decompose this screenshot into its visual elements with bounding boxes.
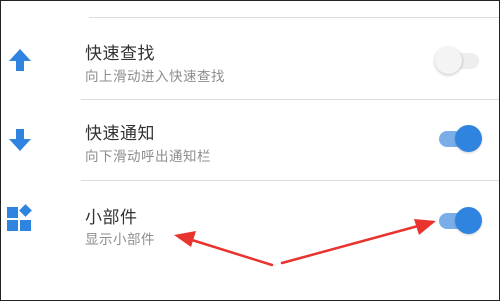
setting-row-quick-search[interactable]: 快速查找 向上滑动进入快速查找 <box>1 1 499 101</box>
setting-row-widgets[interactable]: 小部件 显示小部件 <box>1 181 499 271</box>
setting-subtitle: 向上滑动进入快速查找 <box>85 69 225 85</box>
widgets-toggle[interactable] <box>433 205 483 235</box>
setting-subtitle: 向下滑动呼出通知栏 <box>85 149 211 165</box>
widgets-icon <box>7 204 32 231</box>
quick-notify-toggle[interactable] <box>433 123 483 153</box>
divider <box>81 99 499 100</box>
setting-subtitle: 显示小部件 <box>85 232 155 248</box>
toggle-knob <box>435 47 462 74</box>
toggle-knob <box>455 207 482 234</box>
arrow-up-icon <box>9 49 31 71</box>
arrow-down-icon <box>9 129 31 151</box>
setting-title: 快速通知 <box>85 124 155 144</box>
quick-search-toggle[interactable] <box>433 45 483 75</box>
settings-panel: 快速查找 向上滑动进入快速查找 快速通知 向下滑动呼出通知栏 小部件 显示小部件 <box>0 0 500 301</box>
setting-row-quick-notify[interactable]: 快速通知 向下滑动呼出通知栏 <box>1 101 499 181</box>
setting-title: 快速查找 <box>85 44 155 64</box>
setting-title: 小部件 <box>85 208 138 228</box>
toggle-knob <box>455 125 482 152</box>
